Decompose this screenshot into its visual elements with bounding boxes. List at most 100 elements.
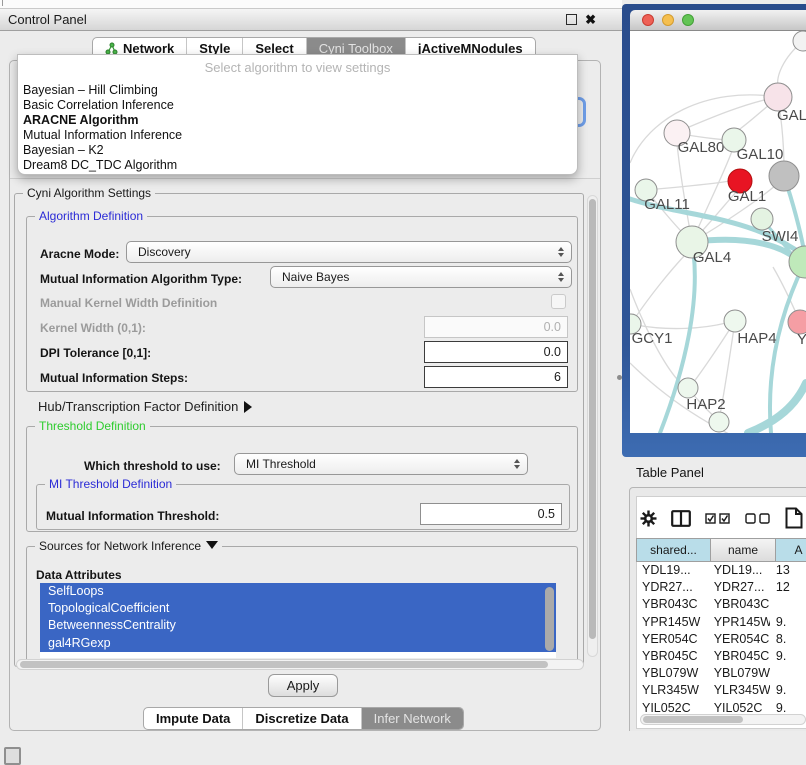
which-threshold-select[interactable]: MI Threshold <box>234 453 528 475</box>
algorithm-option-list: Bayesian – Hill ClimbingBasic Correlatio… <box>23 83 572 173</box>
table-cell: YIL052C <box>708 700 770 713</box>
mac-zoom-button[interactable] <box>682 14 694 26</box>
mi-algorithm-type-label: Mutual Information Algorithm Type: <box>40 272 242 286</box>
network-node-swi4[interactable] <box>751 208 773 230</box>
table-row[interactable]: YLR345WYLR345W9. <box>636 682 806 699</box>
top-tick <box>2 0 3 6</box>
algorithm-option[interactable]: Dream8 DC_TDC Algorithm <box>23 158 572 173</box>
top-strip <box>0 0 622 8</box>
dpi-tolerance-field[interactable]: 0.0 <box>424 341 568 363</box>
mi-algorithm-type-select[interactable]: Naive Bayes <box>270 266 572 288</box>
mac-minimize-button[interactable] <box>662 14 674 26</box>
algorithm-dropdown-popup: Select algorithm to view settings Bayesi… <box>17 54 578 175</box>
table-row[interactable]: YBL079WYBL079W <box>636 665 806 682</box>
algorithm-option[interactable]: Basic Correlation Inference <box>23 98 572 113</box>
algorithm-option[interactable]: Bayesian – K2 <box>23 143 572 158</box>
aracne-mode-select[interactable]: Discovery <box>126 241 572 263</box>
network-node-label: GAL10 <box>737 146 784 163</box>
table-rows: YDL19...YDL19...13YDR27...YDR27...12YBR0… <box>636 562 806 712</box>
attribute-item[interactable]: BetweennessCentrality <box>40 617 556 634</box>
algorithm-option[interactable]: ARACNE Algorithm <box>23 113 572 128</box>
network-node-label: HAP4 <box>737 330 776 347</box>
column-header-name[interactable]: name <box>711 538 776 562</box>
table-cell: YLR345W <box>708 682 770 699</box>
float-window-icon[interactable] <box>566 14 577 25</box>
gear-icon[interactable] <box>640 510 657 527</box>
table-cell: YPR145W <box>636 614 708 631</box>
network-node-hap4[interactable] <box>724 310 746 332</box>
column-header-shared-name[interactable]: shared... <box>636 538 711 562</box>
network-node-label: GAL4 <box>693 249 731 266</box>
network-edges-teal <box>630 176 806 433</box>
tab-discretize-data[interactable]: Discretize Data <box>243 708 361 729</box>
tab-impute-data[interactable]: Impute Data <box>144 708 243 729</box>
network-node[interactable] <box>709 412 729 432</box>
network-canvas-svg: GALGAL80GAL10GAL1GAL11SWI4GAL4GCY1HAP4YH… <box>630 31 806 433</box>
table-row[interactable]: YDR27...YDR27...12 <box>636 579 806 596</box>
network-canvas[interactable]: GALGAL80GAL10GAL1GAL11SWI4GAL4GCY1HAP4YH… <box>630 31 806 433</box>
unchecked-boxes-icon[interactable] <box>745 513 771 524</box>
stepper-arrows-icon <box>558 247 564 257</box>
column-header-partial[interactable]: A <box>776 538 806 562</box>
table-cell: 9. <box>770 700 806 713</box>
table-row[interactable]: YPR145WYPR145W9. <box>636 614 806 631</box>
manual-kernel-width-checkbox[interactable] <box>551 294 566 309</box>
hub-definition-toggle[interactable]: Hub/Transcription Factor Definition <box>38 399 252 414</box>
dock-icon[interactable] <box>4 747 21 765</box>
page-icon[interactable] <box>785 507 803 529</box>
data-attributes-list[interactable]: SelfLoopsTopologicalCoefficientBetweenne… <box>40 583 556 658</box>
kernel-width-field[interactable]: 0.0 <box>424 316 568 338</box>
mi-steps-field[interactable]: 6 <box>424 366 568 388</box>
algorithm-option[interactable]: Bayesian – Hill Climbing <box>23 83 572 98</box>
settings-vertical-scrollbar[interactable] <box>587 195 598 657</box>
apply-button[interactable]: Apply <box>268 674 338 697</box>
attribute-item[interactable]: gal4RGexp <box>40 635 556 652</box>
checked-boxes-icon[interactable] <box>705 513 731 524</box>
network-node-hap2[interactable] <box>678 378 698 398</box>
sources-title[interactable]: Sources for Network Inference <box>35 539 222 553</box>
mac-close-button[interactable] <box>642 14 654 26</box>
network-node[interactable] <box>789 246 806 278</box>
table-cell: YER054C <box>708 631 770 648</box>
table-row[interactable]: YBR045CYBR045C9. <box>636 648 806 665</box>
attributes-scrollbar[interactable] <box>545 587 554 651</box>
table-cell <box>770 665 806 682</box>
tab-infer-network[interactable]: Infer Network <box>362 708 463 729</box>
attribute-item[interactable]: TopologicalCoefficient <box>40 600 556 617</box>
manual-kernel-width-label: Manual Kernel Width Definition <box>40 296 217 310</box>
table-header-row: shared... name A <box>636 538 806 562</box>
kernel-width-label: Kernel Width (0,1): <box>40 321 146 335</box>
table-cell: YBR043C <box>708 596 770 613</box>
network-node[interactable] <box>769 161 799 191</box>
table-row[interactable]: YBR043CYBR043C <box>636 596 806 613</box>
attribute-item[interactable]: SelfLoops <box>40 583 556 600</box>
dpi-tolerance-label: DPI Tolerance [0,1]: <box>40 346 151 360</box>
algorithm-option[interactable]: Mutual Information Inference <box>23 128 572 143</box>
settings-horizontal-scrollbar[interactable] <box>16 659 584 670</box>
threshold-definition-title: Threshold Definition <box>35 419 150 433</box>
cyni-algorithm-settings-title: Cyni Algorithm Settings <box>23 186 155 200</box>
which-threshold-label: Which threshold to use: <box>84 459 221 473</box>
collapsed-arrow-icon[interactable] <box>244 401 252 413</box>
table-horizontal-scrollbar[interactable] <box>640 714 806 725</box>
network-window-titlebar[interactable] <box>630 10 806 31</box>
split-columns-icon[interactable] <box>671 510 691 527</box>
mi-threshold-field[interactable]: 0.5 <box>420 503 562 525</box>
table-row[interactable]: YDL19...YDL19...13 <box>636 562 806 579</box>
table-cell: YER054C <box>636 631 708 648</box>
network-node-label: GAL11 <box>644 196 690 213</box>
panel-divider-line <box>10 178 600 179</box>
table-row[interactable]: YER054CYER054C8. <box>636 631 806 648</box>
mi-threshold-label: Mutual Information Threshold: <box>46 509 219 523</box>
splitter-handle[interactable] <box>617 375 622 380</box>
expanded-arrow-icon[interactable] <box>206 541 218 549</box>
table-cell: YLR345W <box>636 682 708 699</box>
table-cell: YDL19... <box>708 562 770 579</box>
cyni-bottom-tabs: Impute Data Discretize Data Infer Networ… <box>143 707 464 730</box>
close-icon[interactable]: ✖ <box>585 12 596 28</box>
table-cell: YBL079W <box>708 665 770 682</box>
network-node-label: GAL1 <box>728 188 766 205</box>
table-cell: YDL19... <box>636 562 708 579</box>
table-cell: 9. <box>770 614 806 631</box>
table-row[interactable]: YIL052CYIL052C9. <box>636 700 806 713</box>
